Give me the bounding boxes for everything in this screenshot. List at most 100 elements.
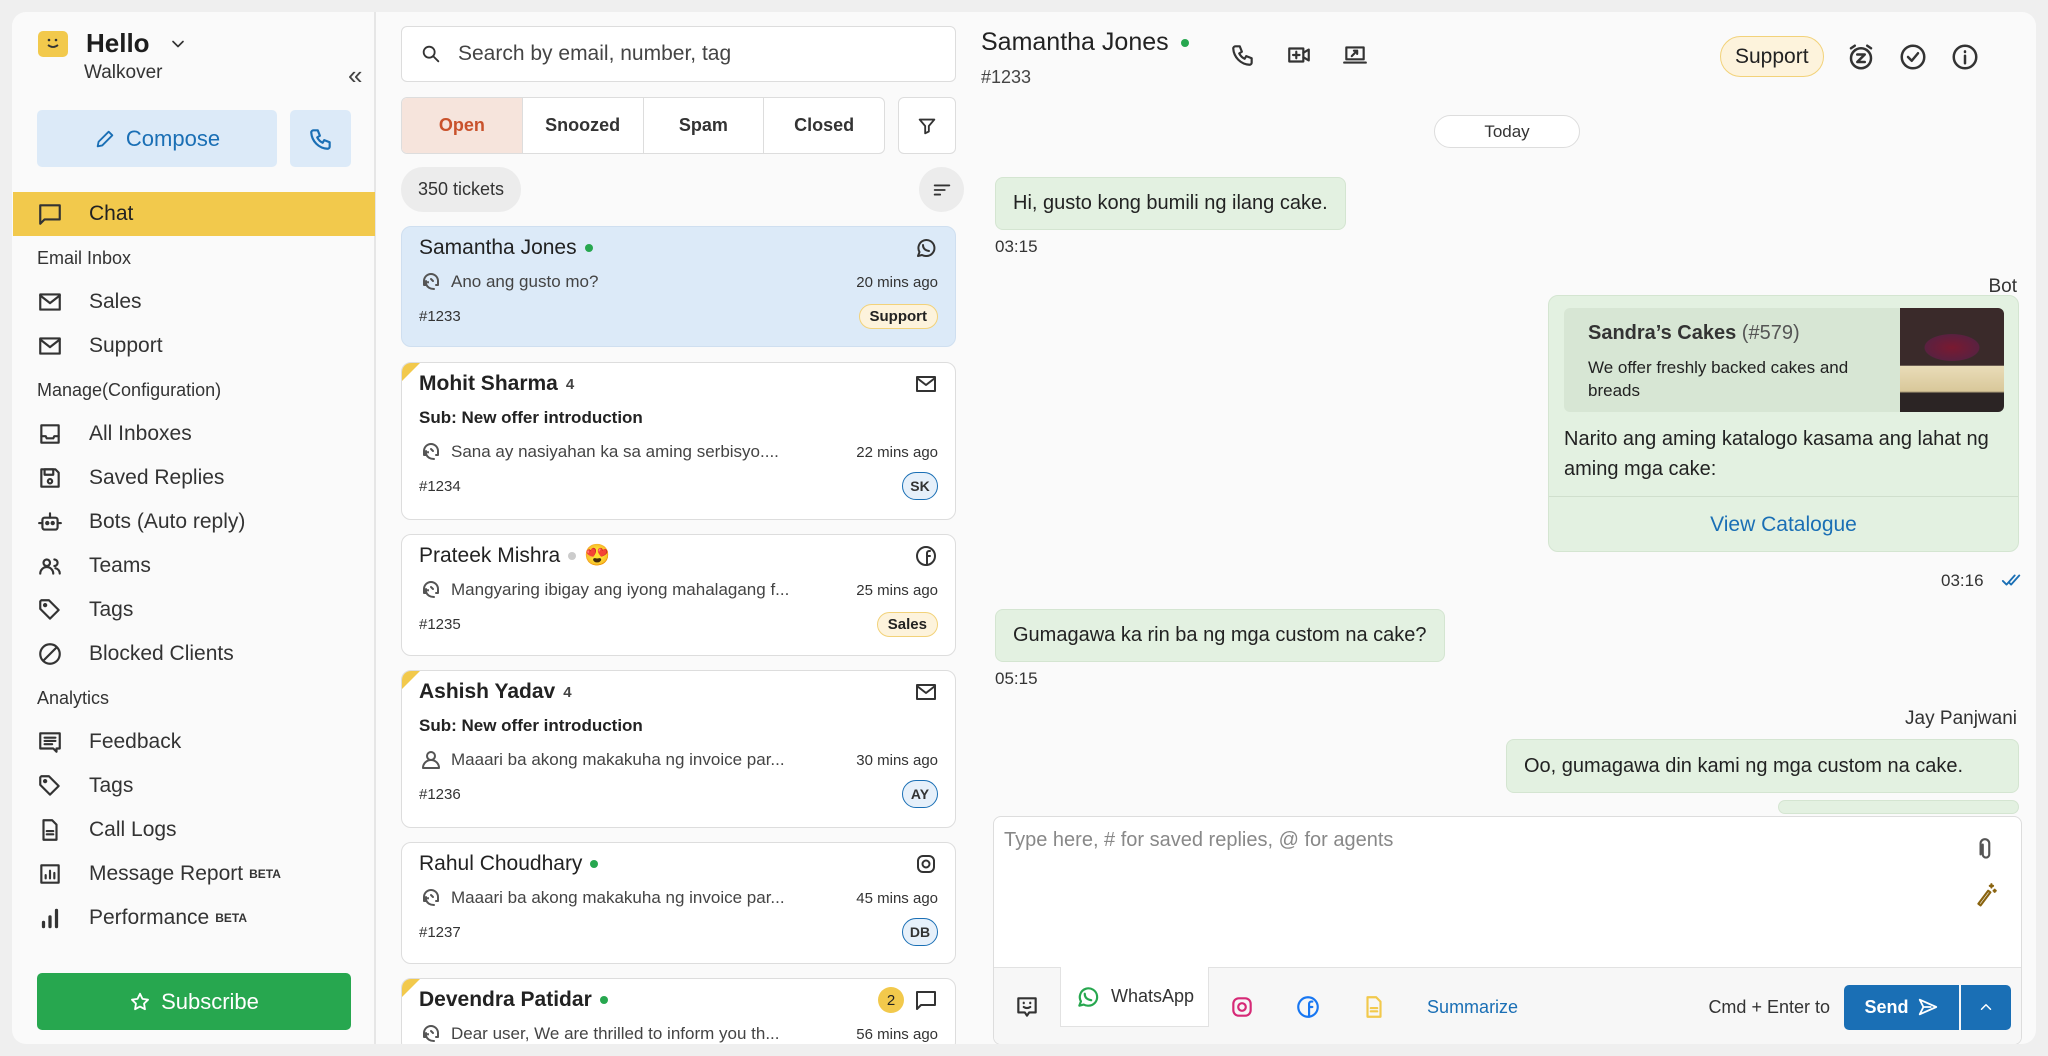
agent-icon (423, 889, 439, 906)
compose-button[interactable]: Compose (37, 110, 277, 167)
sidebar-item-message-report[interactable]: Message Report BETA (13, 852, 375, 896)
search-box[interactable] (401, 26, 956, 82)
collapse-sidebar-icon[interactable]: « (348, 60, 362, 91)
snooze-icon[interactable] (1846, 42, 1876, 72)
double-check-icon (2001, 574, 2021, 586)
channel-facebook[interactable] (1275, 968, 1341, 1044)
notes-button[interactable] (1341, 968, 1407, 1044)
bot-reply-button[interactable] (994, 968, 1060, 1044)
block-icon (39, 643, 61, 665)
assignee-avatar: SK (902, 472, 938, 500)
star-icon (131, 992, 150, 1010)
sidebar-item-chat[interactable]: Chat (13, 192, 375, 236)
section-email-inbox: Email Inbox (37, 247, 132, 268)
sidebar-item-support[interactable]: Support (13, 324, 375, 368)
call-button[interactable] (290, 110, 351, 167)
chat-icon (39, 204, 61, 225)
attachment-icon[interactable] (1973, 837, 1999, 863)
bot-icon (38, 512, 62, 531)
sidebar-item-label: Tags (89, 598, 134, 621)
ticket-time: 30 mins ago (856, 751, 938, 769)
phone-icon[interactable] (1230, 42, 1256, 68)
sidebar-item-label: All Inboxes (89, 422, 192, 445)
product-description: We offer freshly backed cakes and breads (1588, 358, 1849, 400)
ticket-card[interactable]: Rahul Choudhary Maaari ba akong makakuha … (401, 842, 956, 964)
ticket-preview: Ano ang gusto mo? (419, 270, 598, 294)
preview-text: Maaari ba akong makakuha ng invoice par.… (451, 888, 785, 907)
sort-button[interactable] (919, 167, 964, 212)
composer-toolbar: WhatsApp Summarize Cmd + Enter to Send (994, 967, 2021, 1044)
send-shortcut-hint: Cmd + Enter to (1708, 996, 1830, 1017)
info-icon[interactable] (1950, 42, 1980, 72)
unread-count: 4 (563, 683, 572, 701)
send-options-button[interactable] (1961, 984, 2011, 1030)
ticket-number: #1234 (419, 477, 461, 495)
sidebar-item-tags[interactable]: Tags (13, 588, 375, 632)
priority-flag (402, 671, 420, 689)
ticket-card[interactable]: Prateek Mishra 😍 Mangyaring ibigay ang iyo… (401, 534, 956, 656)
summarize-button[interactable]: Summarize (1407, 997, 1518, 1018)
sidebar: Hello Walkover « Compose Chat Email Inbo… (12, 12, 376, 1044)
sidebar-item-performance[interactable]: Performance BETA (13, 896, 375, 940)
ticket-number: #1235 (419, 615, 461, 633)
tab-snoozed[interactable]: Snoozed (523, 98, 644, 153)
sidebar-item-blocked-clients[interactable]: Blocked Clients (13, 632, 375, 676)
sidebar-item-all-inboxes[interactable]: All Inboxes (13, 412, 375, 456)
sidebar-item-label: Saved Replies (89, 466, 225, 489)
tab-spam[interactable]: Spam (644, 98, 765, 153)
sidebar-item-feedback[interactable]: Feedback (13, 720, 375, 764)
message-input[interactable] (1004, 829, 1904, 949)
agent-icon (423, 273, 439, 290)
sidebar-item-label: Message Report (89, 862, 244, 885)
message-sender: Jay Panjwani (1905, 708, 2017, 729)
contact-name: Prateek Mishra (419, 544, 561, 567)
smiley-chat-icon (1017, 997, 1037, 1017)
sidebar-item-call-logs[interactable]: Call Logs (13, 808, 375, 852)
subscribe-button[interactable]: Subscribe (37, 973, 351, 1030)
note-icon (1366, 996, 1382, 1018)
sidebar-item-tags[interactable]: Tags (13, 764, 375, 808)
filter-button[interactable] (898, 97, 956, 154)
message-text: Narito ang aming katalogo kasama ang lah… (1564, 428, 1989, 480)
sidebar-item-sales[interactable]: Sales (13, 280, 375, 324)
video-call-icon[interactable] (1286, 42, 1312, 68)
ticket-count: 350 tickets (401, 167, 522, 212)
tab-open[interactable]: Open (402, 98, 523, 153)
screen-share-icon[interactable] (1342, 42, 1368, 68)
magic-wand-icon[interactable] (1973, 881, 1999, 907)
ticket-card[interactable]: Mohit Sharma 4 Sub: New offer introduction… (401, 362, 956, 520)
section-analytics: Analytics (37, 687, 110, 708)
instagram-icon (1232, 997, 1252, 1017)
search-input[interactable] (458, 42, 938, 66)
ticket-card[interactable]: Ashish Yadav 4 Sub: New offer introduction… (401, 670, 956, 828)
ticket-actions: Support (1720, 36, 1980, 77)
sidebar-item-saved-replies[interactable]: Saved Replies (13, 456, 375, 500)
ticket-preview: Dear user, We are thrilled to inform you… (419, 1022, 780, 1044)
sidebar-item-bots-auto-reply[interactable]: Bots (Auto reply) (13, 500, 375, 544)
ticket-contact: Samantha Jones (419, 236, 593, 260)
chat-panel: Samantha Jones #1233 Support Today Hi, g… (970, 12, 2036, 1044)
resolve-check-icon[interactable] (1898, 42, 1928, 72)
ticket-tag: Support (858, 303, 938, 329)
view-catalogue-button[interactable]: View Catalogue (1549, 496, 2018, 551)
sidebar-item-label: Sales (89, 290, 142, 313)
ticket-card[interactable]: Samantha Jones Ano ang gusto mo? 20 mins a… (401, 226, 956, 347)
channel-label: WhatsApp (1111, 986, 1195, 1006)
ticket-time: 45 mins ago (856, 889, 938, 907)
sidebar-item-teams[interactable]: Teams (13, 544, 375, 588)
product-id: (#579) (1741, 322, 1800, 344)
sidebar-nav: Chat Email Inbox Sales Support Manage(Con… (13, 192, 375, 940)
agent-icon (423, 581, 439, 598)
tab-closed[interactable]: Closed (764, 98, 884, 153)
send-button[interactable]: Send (1844, 984, 1959, 1030)
email-icon (916, 376, 936, 392)
channel-whatsapp-tab[interactable]: WhatsApp (1060, 967, 1210, 1027)
ticket-tag[interactable]: Support (1720, 36, 1824, 77)
message-bubble-incoming: Gumagawa ka rin ba ng mga custom na cake… (995, 609, 1445, 662)
workspace-switcher[interactable]: Hello (38, 28, 188, 59)
cake-image (1900, 308, 2004, 412)
ticket-card[interactable]: Devendra Patidar 2 Dear user, We are thril… (401, 978, 956, 1044)
bar-chart-icon (41, 908, 59, 929)
facebook-icon (916, 546, 936, 566)
channel-instagram[interactable] (1209, 968, 1275, 1044)
